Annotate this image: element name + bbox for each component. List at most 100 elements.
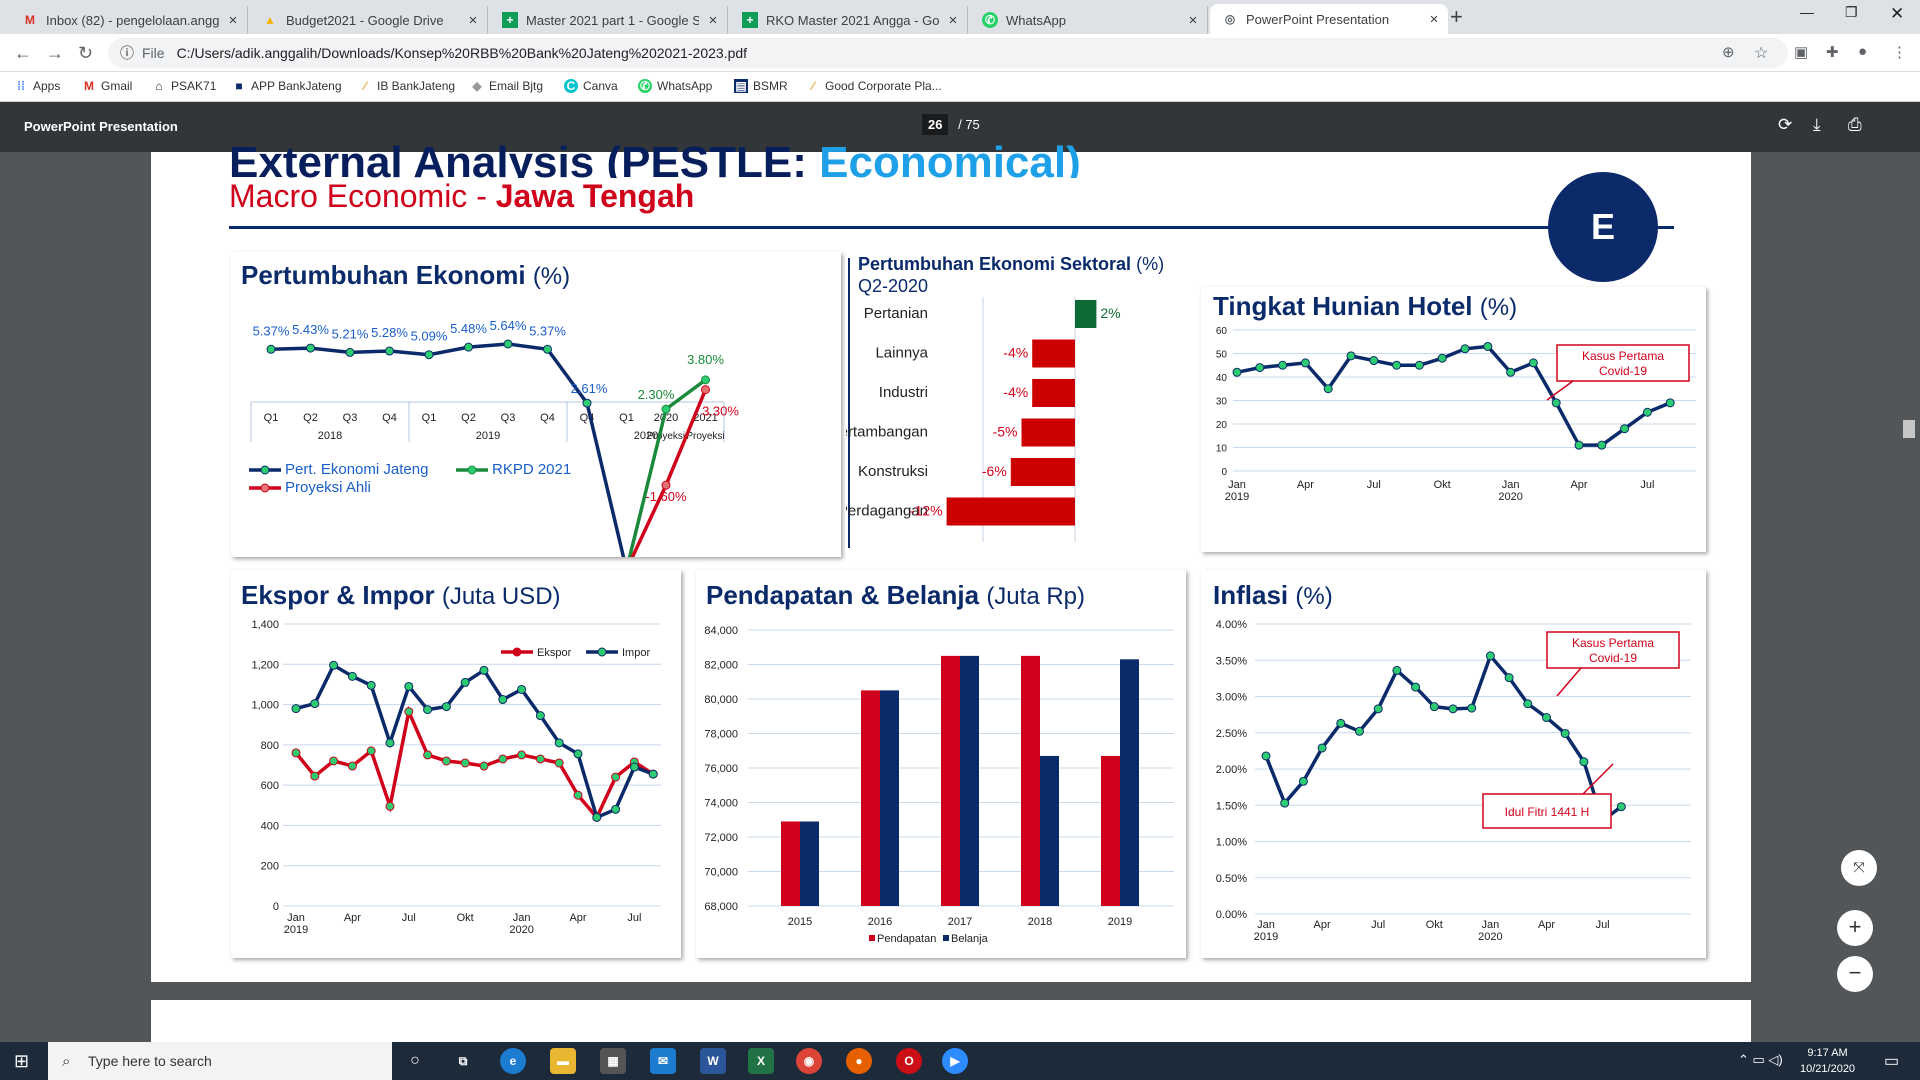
data-label: -5% — [993, 424, 1018, 440]
tab-sheets-master[interactable]: + Master 2021 part 1 - Google She × — [490, 6, 728, 34]
pdf-viewer[interactable]: External Analysis (PESTLE: Economical) M… — [0, 138, 1920, 1060]
data-label: 5.48% — [450, 321, 487, 336]
data-point — [535, 711, 545, 721]
data-point — [701, 375, 710, 385]
bookmark-email-bjtg[interactable]: ◆ Email Bjtg — [470, 79, 543, 93]
x-tick-label: Jul — [402, 912, 416, 924]
y-tick-label: 76,000 — [704, 763, 738, 775]
x-tick-label: Okt — [457, 912, 474, 924]
data-label: 5.64% — [490, 318, 527, 333]
chrome-icon[interactable]: ◉ — [796, 1048, 822, 1074]
opera-icon[interactable]: O — [896, 1048, 922, 1074]
print-icon[interactable]: ⎙ — [1848, 115, 1862, 135]
notification-icon[interactable]: ▭ — [1884, 1051, 1899, 1071]
extension-icon[interactable]: ▣ — [1794, 43, 1808, 61]
zoom-icon[interactable]: ⊕ — [1722, 43, 1735, 61]
word-icon[interactable]: W — [700, 1048, 726, 1074]
scrollbar-thumb[interactable] — [1903, 420, 1915, 438]
fit-page-button[interactable]: ⤧ — [1841, 850, 1877, 886]
bookmark-bsmr[interactable]: ▤ BSMR — [734, 79, 788, 93]
back-icon[interactable]: ← — [14, 43, 32, 64]
close-tab-icon[interactable]: × — [939, 12, 967, 29]
download-icon[interactable]: ⤓ — [1813, 115, 1821, 135]
bookmark-canva[interactable]: C Canva — [564, 79, 618, 93]
bookmark-ib-bankjateng[interactable]: ⁄ IB BankJateng — [358, 79, 455, 93]
y-tick-label: 3.00% — [1216, 692, 1247, 704]
data-point — [266, 344, 276, 354]
edge-icon[interactable]: e — [500, 1048, 526, 1074]
zoom-in-button[interactable]: + — [1837, 910, 1873, 946]
category-label: Pertambangan — [846, 424, 928, 441]
data-point — [385, 801, 395, 811]
tab-gmail[interactable]: MInbox (82) - pengelolaan.anggara× — [10, 6, 248, 34]
data-point — [479, 665, 489, 675]
whatsapp-icon: ✆ — [982, 12, 998, 28]
tick-sublabel: Proyeksi — [686, 431, 724, 442]
minimize-button[interactable]: — — [1800, 4, 1814, 20]
data-point — [629, 762, 639, 772]
zoom-out-button[interactable]: − — [1837, 956, 1873, 992]
forward-icon[interactable]: → — [46, 43, 64, 64]
callout-text: Kasus Pertama — [1572, 636, 1654, 650]
close-tab-icon[interactable]: × — [699, 12, 727, 29]
excel-icon[interactable]: X — [748, 1048, 774, 1074]
bookmark-whatsapp[interactable]: ✆ WhatsApp — [638, 79, 712, 93]
profile-icon[interactable]: ● — [1858, 43, 1867, 60]
data-point — [1261, 751, 1271, 761]
cortana-icon[interactable]: ○ — [402, 1048, 428, 1074]
y-tick-label: 40 — [1216, 373, 1228, 384]
rotate-icon[interactable]: ⟳ — [1778, 115, 1792, 135]
data-point — [385, 738, 395, 748]
bookmark-gcg[interactable]: ⁄ Good Corporate Pla... — [806, 79, 942, 93]
tab-drive[interactable]: ▲ Budget2021 - Google Drive × — [250, 6, 488, 34]
bar — [1040, 755, 1059, 906]
restore-button[interactable]: ❐ — [1845, 4, 1858, 21]
close-window-button[interactable]: ✕ — [1890, 4, 1904, 24]
x-tick-label: Jan — [287, 912, 305, 924]
close-tab-icon[interactable]: × — [459, 12, 487, 29]
bookmark-apps[interactable]: ⁞⁞ Apps — [14, 79, 60, 93]
bookmark-psak71[interactable]: ⌂ PSAK71 — [152, 79, 216, 93]
bookmark-gmail[interactable]: M Gmail — [82, 79, 132, 93]
zoom-app-icon[interactable]: ▶ — [942, 1048, 968, 1074]
clock[interactable]: 9:17 AM 10/21/2020 — [1800, 1045, 1855, 1077]
close-tab-icon[interactable]: × — [1179, 12, 1207, 29]
new-tab-button[interactable]: + — [1450, 4, 1463, 30]
bookmark-star-icon[interactable]: ☆ — [1754, 43, 1768, 63]
data-point — [573, 790, 583, 800]
tick-label: Q2 — [461, 412, 476, 424]
windows-start-icon[interactable]: ⊞ — [14, 1051, 29, 1072]
taskbar-search-input[interactable]: ⌕ Type here to search — [48, 1042, 392, 1080]
url-input[interactable]: ⓘ File C:/Users/adik.anggalih/Downloads/… — [108, 38, 1788, 68]
panel-sectoral: Pertumbuhan Ekonomi Sektoral (%) Q2-2020… — [846, 252, 1186, 557]
data-point — [329, 756, 339, 766]
data-point — [404, 681, 414, 691]
bar — [960, 655, 979, 906]
close-tab-icon[interactable]: × — [219, 12, 247, 29]
task-view-icon[interactable]: ⧉ — [450, 1048, 476, 1074]
menu-icon[interactable]: ⋮ — [1892, 43, 1907, 61]
tab-whatsapp[interactable]: ✆ WhatsApp × — [970, 6, 1208, 34]
x-tick-year: 2019 — [1225, 491, 1249, 503]
data-point — [347, 761, 357, 771]
x-tick-label: Apr — [344, 912, 361, 924]
tab-sheets-rko[interactable]: + RKO Master 2021 Angga - Googl × — [730, 6, 968, 34]
mail-icon[interactable]: ✉ — [650, 1048, 676, 1074]
tab-powerpoint[interactable]: ◎ PowerPoint Presentation × — [1210, 4, 1448, 34]
file-explorer-icon[interactable]: ▬ — [550, 1048, 576, 1074]
tick-label: Q1 — [619, 412, 634, 424]
firefox-icon[interactable]: ● — [846, 1048, 872, 1074]
store-icon[interactable]: ▦ — [600, 1048, 626, 1074]
data-point — [1560, 728, 1570, 738]
puzzle-icon[interactable]: ✚ — [1826, 43, 1839, 61]
close-tab-icon[interactable]: × — [1420, 11, 1448, 28]
reload-icon[interactable]: ↻ — [78, 43, 93, 64]
data-point — [1620, 424, 1630, 434]
y-tick-label: 0.50% — [1216, 873, 1247, 885]
bookmark-app-bankjateng[interactable]: ■ APP BankJateng — [232, 79, 341, 93]
data-point — [1411, 682, 1421, 692]
page-number-input[interactable]: 26 — [922, 114, 949, 135]
y-tick-label: 78,000 — [704, 729, 738, 741]
tray-icons[interactable]: ⌃ ▭ ◁) — [1738, 1052, 1783, 1068]
data-point — [366, 680, 376, 690]
